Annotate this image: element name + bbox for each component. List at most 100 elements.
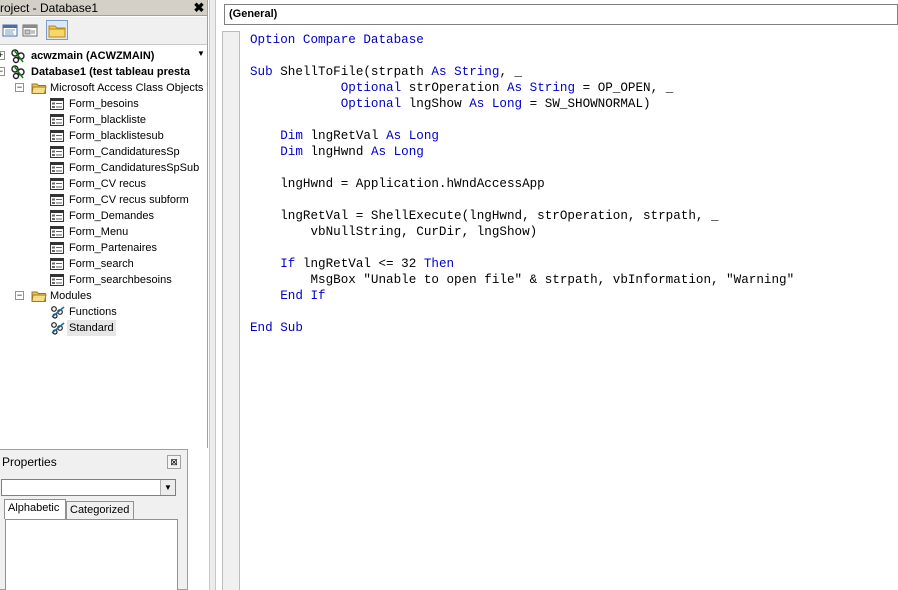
tree-item-label: Functions [69,306,117,318]
code-keyword: Optional [340,97,402,111]
code-text: vbNullString, CurDir, lngShow) [250,225,538,239]
properties-grid[interactable] [5,519,178,590]
object-combo-value: (General) [229,8,278,20]
scroll-down-icon[interactable]: ▼ [197,49,205,58]
code-keyword: Sub [250,65,273,79]
code-line[interactable]: lngHwnd = Application.hWndAccessApp [250,176,898,192]
toggle-folders-button[interactable] [46,20,68,40]
code-line[interactable] [250,112,898,128]
tree-item-label: Form_CandidaturesSp [69,146,180,158]
code-line[interactable]: End If [250,288,898,304]
code-text: lngHwnd = Application.hWndAccessApp [250,177,545,191]
code-text: lngHwnd [302,145,371,159]
form-module-icon [50,242,64,254]
pane-splitter[interactable] [209,0,216,590]
code-keyword: As Long [386,129,439,143]
code-line[interactable]: Option Compare Database [250,32,898,48]
code-keyword: As Long [370,145,424,159]
tree-item-label: Form_CV recus [69,178,147,190]
object-combo[interactable]: (General) [224,4,898,25]
tab-alphabetic[interactable]: Alphabetic [4,499,66,519]
code-text: = SW_SHOWNORMAL) [522,97,651,111]
close-icon[interactable]: ✖ [191,0,207,15]
code-text: lngRetVal [302,129,387,143]
code-line[interactable]: vbNullString, CurDir, lngShow) [250,224,898,240]
code-line[interactable] [250,48,898,64]
code-line[interactable]: Dim lngHwnd As Long [250,144,898,160]
tab-categorized[interactable]: Categorized [66,501,134,519]
code-text: ShellToFile(strpath [272,65,432,79]
collapse-icon[interactable]: − [0,67,5,76]
tree-item-label: Modules [50,290,92,302]
code-line[interactable]: End Sub [250,320,898,336]
code-line[interactable]: If lngRetVal <= 32 Then [250,256,898,272]
collapse-icon[interactable]: − [15,291,24,300]
form-module-icon [50,98,64,110]
form-module-icon [50,146,64,158]
code-line[interactable]: Optional strOperation As String = OP_OPE… [250,80,898,96]
chevron-down-icon[interactable]: ▼ [160,480,175,495]
code-keyword: As String [506,81,576,95]
code-text: MsgBox "Unable to open file" & strpath, … [250,273,795,287]
view-object-button[interactable] [20,20,40,40]
close-icon[interactable]: ⊠ [167,455,181,469]
code-keyword: As String [431,65,500,79]
code-line[interactable]: Sub ShellToFile(strpath As String, _ [250,64,898,80]
margin-indicator-bar[interactable] [222,31,240,590]
tree-item-label: Standard [67,320,116,336]
tree-item-label: Database1 (test tableau presta [31,66,190,78]
project-explorer-titlebar: roject - Database1 ✖ [0,0,207,16]
form-module-icon [50,258,64,270]
form-module-icon [50,178,64,190]
code-keyword: End If [280,289,326,303]
tree-item-label: Form_blacklistesub [69,130,164,142]
properties-title: Properties [2,455,57,469]
form-module-icon [50,114,64,126]
tree-item-label: Form_searchbesoins [69,274,172,286]
project-explorer: roject - Database1 ✖ ▼ acwzmain (ACWZMAI… [0,0,208,448]
code-keyword: Optional [340,81,402,95]
code-keyword: If [280,257,296,271]
code-line[interactable] [250,160,898,176]
project-explorer-title: roject - Database1 [0,1,99,15]
code-line[interactable] [250,192,898,208]
tree-item-label: Form_CV recus subform [69,194,189,206]
code-line[interactable]: Dim lngRetVal As Long [250,128,898,144]
collapse-icon[interactable]: − [15,83,24,92]
code-line[interactable]: lngRetVal = ShellExecute(lngHwnd, strOpe… [250,208,898,224]
form-module-icon [50,162,64,174]
code-line[interactable] [250,304,898,320]
code-text: lngRetVal <= 32 [295,257,424,271]
standard-module-icon [51,306,65,319]
code-keyword: Option Compare Database [250,33,424,47]
standard-module-icon [51,322,65,335]
code-text: = OP_OPEN, _ [575,81,674,95]
form-module-icon [50,194,64,206]
code-editor[interactable]: Option Compare Database Sub ShellToFile(s… [250,32,898,590]
project-icon [11,49,25,64]
code-line[interactable]: Optional lngShow As Long = SW_SHOWNORMAL… [250,96,898,112]
tree-item-label: Form_Partenaires [69,242,158,254]
code-text: , _ [499,65,523,79]
view-code-icon [2,24,18,37]
code-line[interactable]: MsgBox "Unable to open file" & strpath, … [250,272,898,288]
properties-window: Properties ⊠ ▼ Alphabetic Categorized [0,449,188,590]
tree-item-label: Form_search [69,258,134,270]
expand-icon[interactable]: + [0,51,5,60]
folder-icon [48,25,66,38]
code-keyword: Dim [280,145,303,159]
form-module-icon [50,226,64,238]
tree-item-label: acwzmain (ACWZMAIN) [31,50,155,62]
object-dropdown[interactable]: ▼ [1,479,176,496]
tree-item-label: Form_blackliste [69,114,147,126]
code-keyword: End Sub [250,321,303,335]
code-text: strOperation [401,81,507,95]
view-code-button[interactable] [0,20,20,40]
code-line[interactable] [250,240,898,256]
